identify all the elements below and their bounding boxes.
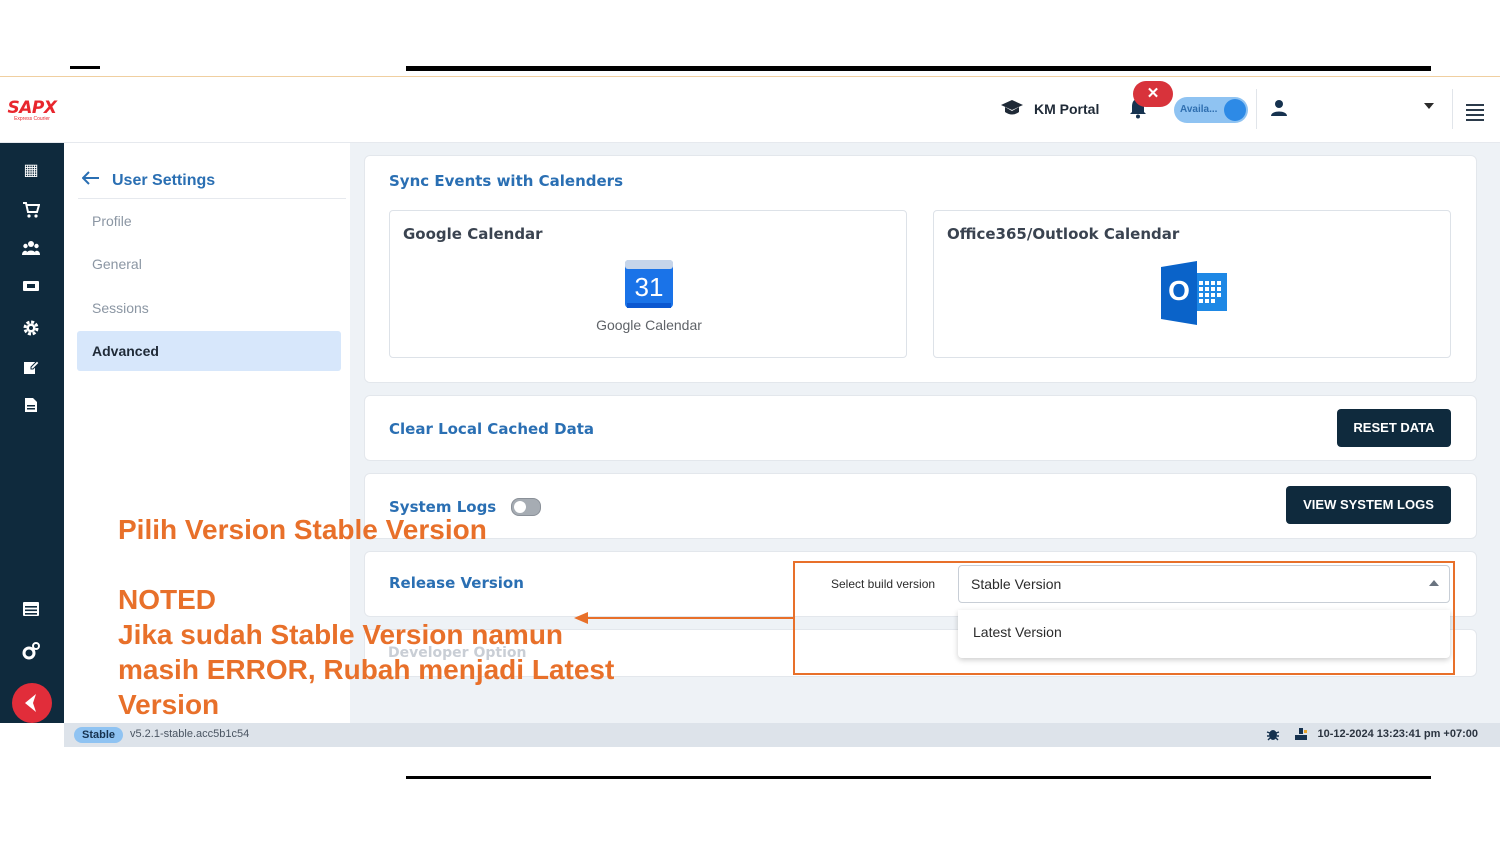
outlook-calendar-box[interactable]: Office365/Outlook Calendar O [933,210,1451,358]
annotation-highlight-box [793,561,1455,675]
calendar-list-icon[interactable] [20,601,42,621]
annotation-line-3: Jika sudah Stable Version namun [118,619,564,650]
view-system-logs-button[interactable]: VIEW SYSTEM LOGS [1286,486,1451,524]
annotation-arrow-line [586,617,794,619]
settings-item-profile[interactable]: Profile [92,213,132,229]
clear-cache-title: Clear Local Cached Data [389,420,595,438]
km-portal-label: KM Portal [1034,101,1100,117]
graduation-cap-icon [1000,99,1024,120]
sync-calendars-title: Sync Events with Calenders [389,172,624,190]
annotation-line-2: NOTED [118,584,216,615]
annotation-line-1: Pilih Version Stable Version [118,514,487,545]
logo-text: SAPX [7,97,57,118]
header-divider-right [1452,89,1453,129]
release-version-title: Release Version [389,574,524,592]
top-short-rule [70,66,100,69]
list-menu-icon[interactable] [1466,101,1484,124]
settings-cog-icon[interactable] [20,641,42,661]
google-calendar-icon: 31 [624,259,674,309]
top-long-rule [406,66,1431,71]
settings-item-general[interactable]: General [92,256,142,272]
outlook-letter: O [1168,275,1190,306]
build-version: v5.2.1-stable.acc5b1c54 [130,728,250,740]
reset-data-button[interactable]: RESET DATA [1337,409,1451,447]
status-bar: Stable v5.2.1-stable.acc5b1c54 10-12-202… [64,723,1500,747]
outlook-icon: O [1159,259,1229,327]
bottom-long-rule [406,776,1431,779]
annotation-line-4: masih ERROR, Rubah menjadi Latest [118,654,615,685]
google-calendar-caption: Google Calendar [596,317,702,333]
user-settings-header[interactable]: User Settings [78,163,346,199]
network-icon[interactable] [1294,727,1308,744]
edit-document-icon[interactable] [20,358,42,378]
annotation-arrow-head [574,612,588,624]
left-nav: ▦ [0,143,64,723]
system-logs-toggle[interactable] [511,498,541,516]
km-portal-link[interactable]: KM Portal [1000,97,1099,121]
google-calendar-title: Google Calendar [403,225,543,243]
group-icon[interactable] [20,240,42,260]
cart-icon[interactable] [20,201,42,221]
sync-calendars-card: Sync Events with Calenders Google Calend… [364,155,1477,383]
logo-subtext: Express Courier [14,115,50,122]
availability-toggle[interactable]: Availa... [1174,97,1248,123]
google-calendar-day: 31 [634,272,664,302]
annotation-line-5: Version [118,689,220,720]
close-badge-button[interactable]: ✕ [1133,81,1173,107]
availability-knob [1224,99,1246,121]
bug-icon[interactable] [1266,727,1280,744]
chat-fab-button[interactable] [12,683,52,723]
availability-label: Availa... [1180,104,1218,115]
user-settings-title: User Settings [112,171,216,189]
settings-item-sessions[interactable]: Sessions [92,300,149,316]
outlook-calendar-title: Office365/Outlook Calendar [947,225,1180,243]
back-arrow-icon[interactable] [81,171,100,190]
user-menu-chevron-down-icon[interactable] [1424,103,1434,109]
sapx-logo: SAPX Express Courier [0,77,64,142]
dashboard-icon[interactable]: ▦ [20,161,42,181]
header-divider [1256,89,1257,129]
google-calendar-box[interactable]: Google Calendar 31 Google Calendar [389,210,907,358]
system-logs-card: System Logs VIEW SYSTEM LOGS [364,473,1477,539]
ticket-icon[interactable] [20,279,42,299]
top-bar: SAPX Express Courier KM Portal ✕ Availa.… [0,77,1500,143]
toggle-knob [514,501,526,513]
user-avatar-icon[interactable] [1270,99,1288,122]
settings-item-advanced[interactable]: Advanced [77,331,341,371]
gear-icon[interactable] [20,319,42,339]
clear-cache-card: Clear Local Cached Data RESET DATA [364,395,1477,461]
file-icon[interactable] [20,397,42,417]
build-badge: Stable [74,727,124,743]
status-timestamp: 10-12-2024 13:23:41 pm +07:00 [1317,728,1478,740]
